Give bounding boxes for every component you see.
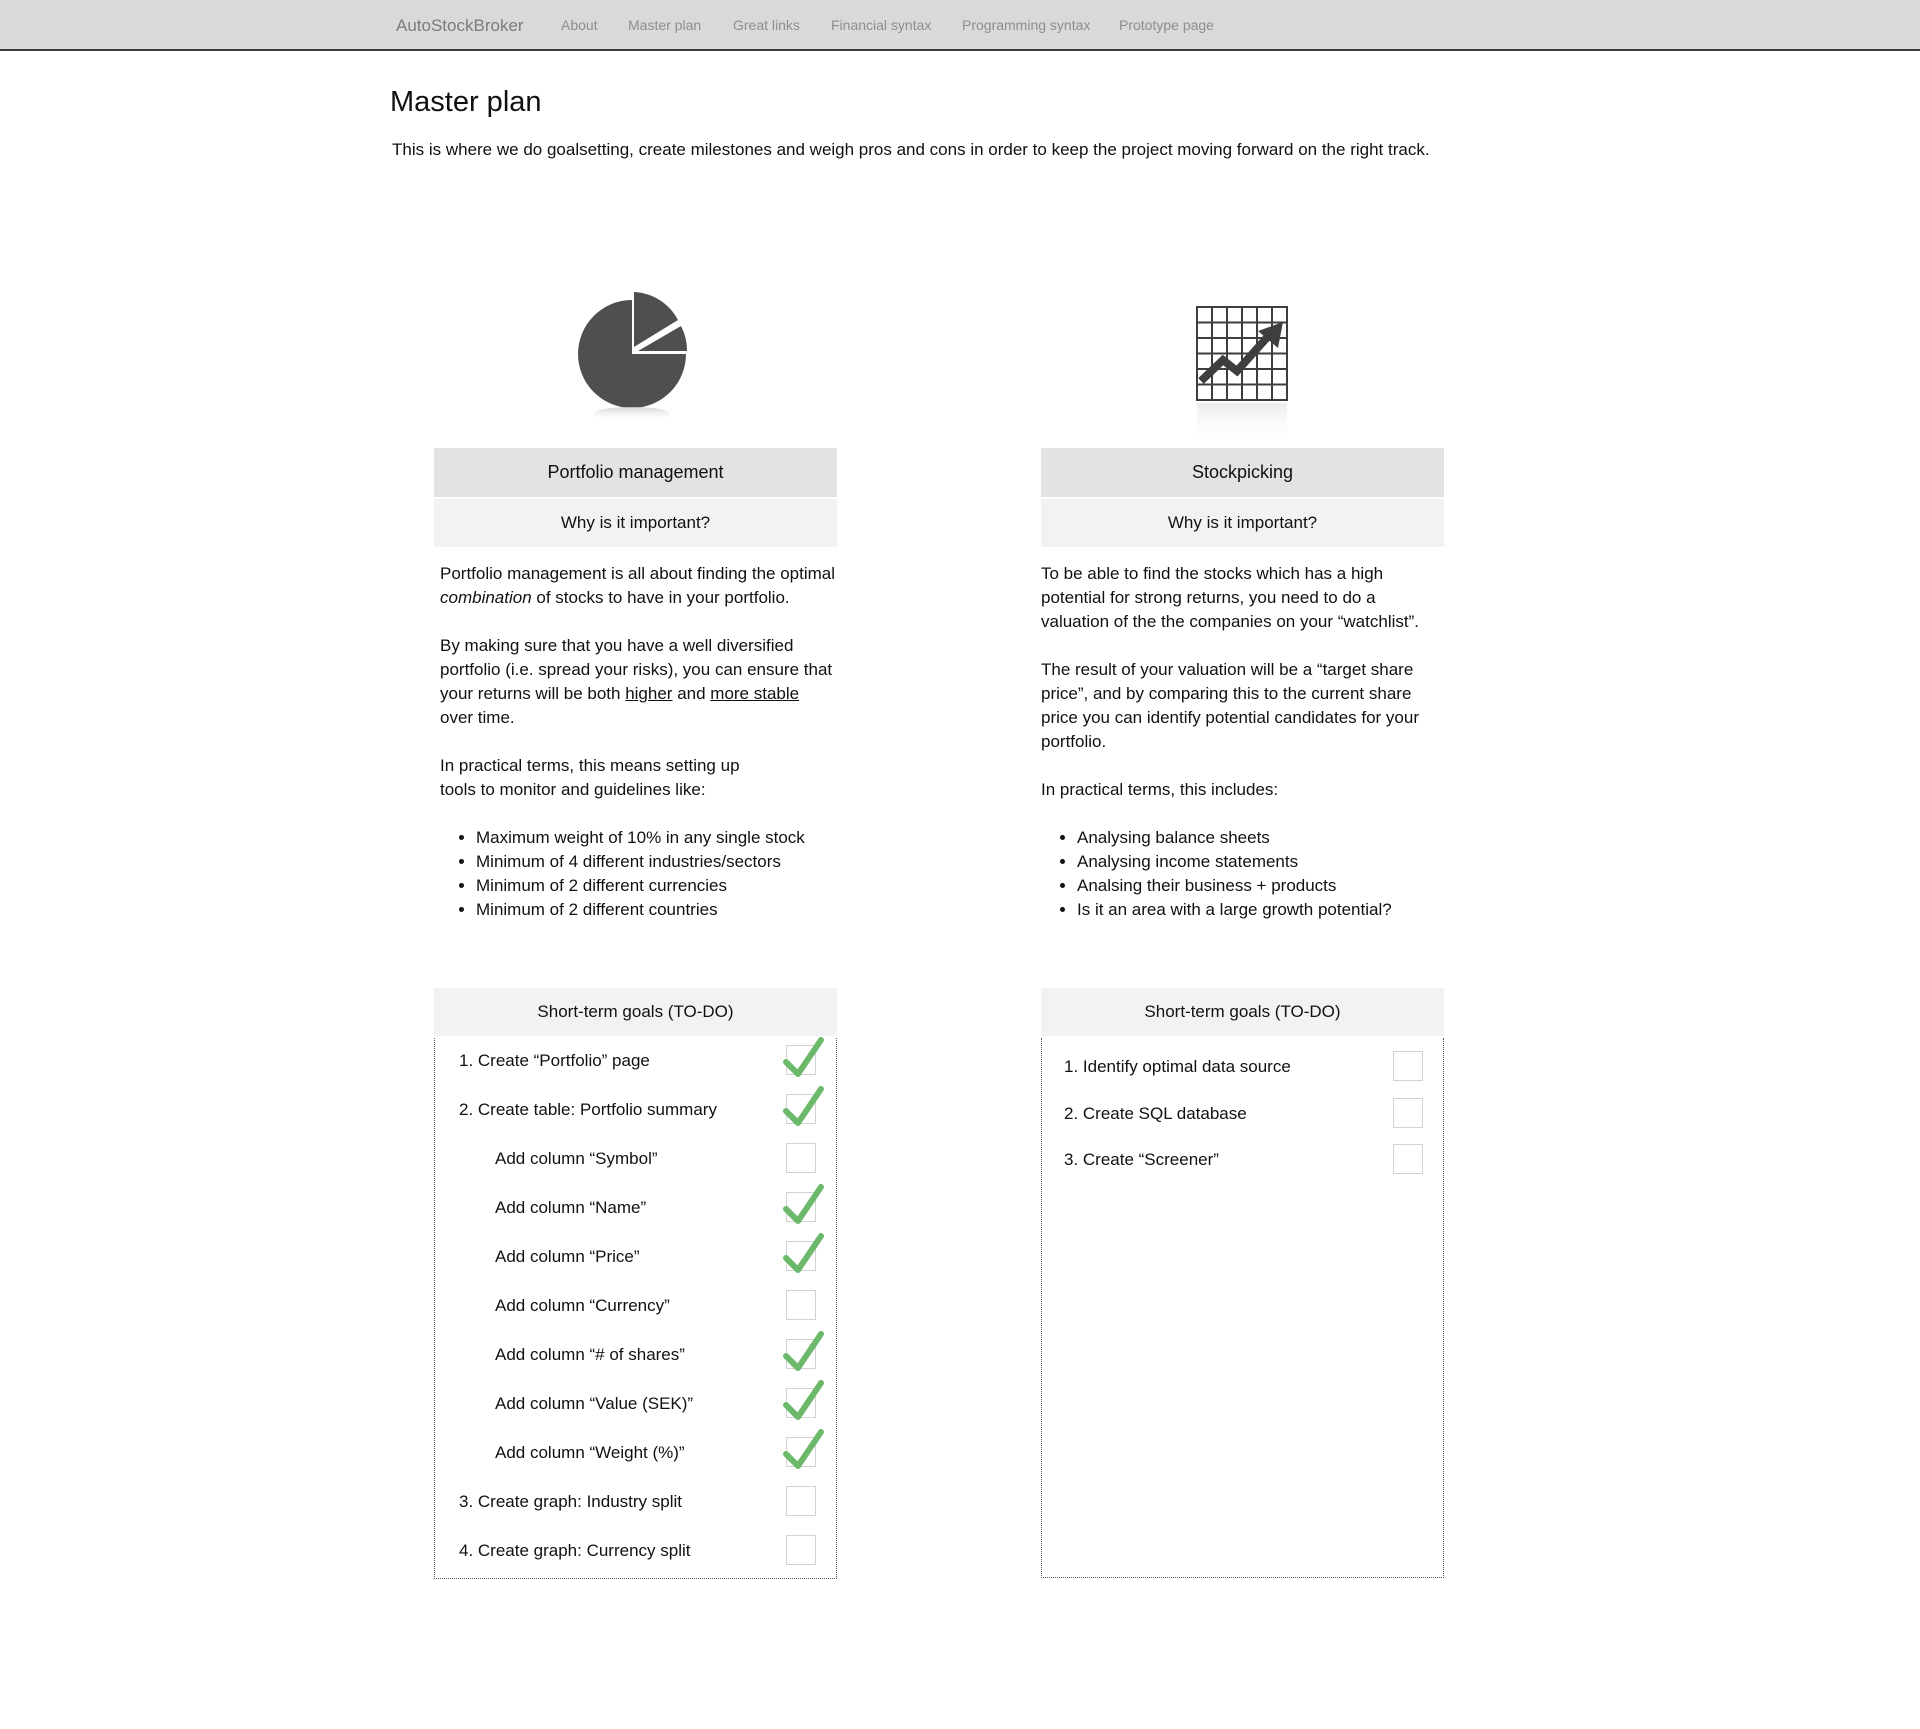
portfolio-description: Portfolio management is all about findin… xyxy=(440,562,836,922)
todo-item-label: Add column “# of shares” xyxy=(495,1345,685,1364)
todo-item: 2. Create table: Portfolio summary xyxy=(435,1086,836,1130)
list-item: Minimum of 4 different industries/sector… xyxy=(476,850,836,874)
todo-item-label: Add column “Currency” xyxy=(495,1296,670,1315)
checked-checkbox[interactable] xyxy=(783,1086,824,1126)
todo-item: Add column “Name” xyxy=(435,1184,836,1228)
nav-link-financial-syntax[interactable]: Financial syntax xyxy=(831,17,931,33)
todo-item: 3. Create “Screener” xyxy=(1042,1140,1443,1180)
checked-checkbox[interactable] xyxy=(783,1037,824,1077)
portfolio-paragraph-1: Portfolio management is all about findin… xyxy=(440,562,836,610)
todo-item-label: Add column “Price” xyxy=(495,1247,640,1266)
nav-link-prototype-page[interactable]: Prototype page xyxy=(1119,17,1214,33)
todo-item: Add column “Symbol” xyxy=(435,1139,836,1179)
stockpicking-description: To be able to find the stocks which has … xyxy=(1041,562,1444,922)
pie-chart-icon xyxy=(572,290,692,435)
todo-item-label: 3. Create “Screener” xyxy=(1064,1150,1219,1169)
stockpicking-why-heading: Why is it important? xyxy=(1041,499,1444,547)
stockpicking-goals-title: Short-term goals (TO-DO) xyxy=(1041,988,1444,1036)
todo-item-label: 1. Identify optimal data source xyxy=(1064,1057,1291,1076)
stockpicking-paragraph-3: In practical terms, this includes: xyxy=(1041,780,1279,799)
navbar: AutoStockBroker About Master plan Great … xyxy=(0,0,1920,51)
list-item: Minimum of 2 different currencies xyxy=(476,874,836,898)
todo-item: 3. Create graph: Industry split xyxy=(435,1482,836,1522)
todo-item-label: 2. Create SQL database xyxy=(1064,1103,1247,1123)
portfolio-why-heading: Why is it important? xyxy=(434,499,837,547)
todo-item-label: Add column “Weight (%)” xyxy=(495,1443,685,1462)
checked-checkbox[interactable] xyxy=(783,1331,824,1371)
todo-item: Add column “Currency” xyxy=(435,1286,836,1326)
portfolio-p2-and: and xyxy=(672,684,711,703)
todo-item-label: 2. Create table: Portfolio summary xyxy=(459,1100,717,1119)
stockpicking-tasks-list: Analysing balance sheets Analysing incom… xyxy=(1041,826,1444,922)
checked-checkbox[interactable] xyxy=(783,1429,824,1469)
todo-item: 4. Create graph: Currency split xyxy=(435,1531,836,1571)
todo-item: 2. Create SQL database xyxy=(1042,1094,1443,1134)
portfolio-paragraph-2: By making sure that you have a well dive… xyxy=(440,634,836,730)
portfolio-p2-underline-higher: higher xyxy=(625,684,673,703)
todo-item: Add column “Price” xyxy=(435,1233,836,1277)
checked-checkbox[interactable] xyxy=(783,1380,824,1420)
list-item: Minimum of 2 different countries xyxy=(476,898,836,922)
nav-link-about[interactable]: About xyxy=(561,17,598,33)
page-title: Master plan xyxy=(390,86,542,118)
unchecked-checkbox[interactable] xyxy=(786,1143,816,1173)
checked-checkbox[interactable] xyxy=(783,1233,824,1273)
stockpicking-goals-list: 1. Identify optimal data source 2. Create… xyxy=(1041,1038,1444,1578)
portfolio-guidelines-list: Maximum weight of 10% in any single stoc… xyxy=(440,826,836,922)
list-item: Maximum weight of 10% in any single stoc… xyxy=(476,826,836,850)
unchecked-checkbox[interactable] xyxy=(786,1290,816,1320)
portfolio-goals-title: Short-term goals (TO-DO) xyxy=(434,988,837,1036)
unchecked-checkbox[interactable] xyxy=(786,1535,816,1565)
stockpicking-title: Stockpicking xyxy=(1041,448,1444,497)
nav-link-programming-syntax[interactable]: Programming syntax xyxy=(962,17,1090,33)
portfolio-paragraph-3: In practical terms, this means setting u… xyxy=(440,756,740,799)
portfolio-p1-text-end: of stocks to have in your portfolio. xyxy=(531,588,790,607)
unchecked-checkbox[interactable] xyxy=(786,1486,816,1516)
unchecked-checkbox[interactable] xyxy=(1393,1051,1423,1081)
unchecked-checkbox[interactable] xyxy=(1393,1144,1423,1174)
stockpicking-paragraph-2: The result of your valuation will be a “… xyxy=(1041,660,1420,751)
list-item: Analysing balance sheets xyxy=(1077,826,1444,850)
stock-chart-icon xyxy=(1193,303,1293,453)
todo-item: 1. Create “Portfolio” page xyxy=(435,1037,836,1081)
checked-checkbox[interactable] xyxy=(783,1184,824,1224)
nav-link-great-links[interactable]: Great links xyxy=(733,17,800,33)
portfolio-p2-text-end: over time. xyxy=(440,708,515,727)
todo-item-label: 3. Create graph: Industry split xyxy=(459,1492,683,1511)
todo-item: Add column “# of shares” xyxy=(435,1331,836,1375)
todo-item-label: 1. Create “Portfolio” page xyxy=(459,1051,650,1070)
portfolio-p1-emphasis: combination xyxy=(440,588,532,607)
todo-item: 1. Identify optimal data source xyxy=(1042,1047,1443,1087)
todo-item: Add column “Value (SEK)” xyxy=(435,1380,836,1424)
todo-item-label: 4. Create graph: Currency split xyxy=(459,1541,691,1560)
portfolio-p2-underline-stable: more stable xyxy=(710,684,800,703)
portfolio-p1-text: Portfolio management is all about findin… xyxy=(440,564,836,583)
todo-item-label: Add column “Symbol” xyxy=(495,1149,658,1168)
portfolio-title: Portfolio management xyxy=(434,448,837,497)
list-item: Analysing income statements xyxy=(1077,850,1444,874)
nav-link-master-plan[interactable]: Master plan xyxy=(628,17,701,33)
portfolio-goals-list: 1. Create “Portfolio” page 2. Create tabl… xyxy=(434,1037,837,1579)
todo-item-label: Add column “Name” xyxy=(495,1198,647,1217)
list-item: Is it an area with a large growth potent… xyxy=(1077,898,1444,922)
stockpicking-paragraph-1: To be able to find the stocks which has … xyxy=(1041,564,1419,631)
list-item: Analsing their business + products xyxy=(1077,874,1444,898)
todo-item: Add column “Weight (%)” xyxy=(435,1429,836,1473)
page-intro: This is where we do goalsetting, create … xyxy=(392,140,1430,159)
unchecked-checkbox[interactable] xyxy=(1393,1097,1423,1128)
todo-item-label: Add column “Value (SEK)” xyxy=(495,1394,694,1413)
brand-link[interactable]: AutoStockBroker xyxy=(396,16,524,36)
